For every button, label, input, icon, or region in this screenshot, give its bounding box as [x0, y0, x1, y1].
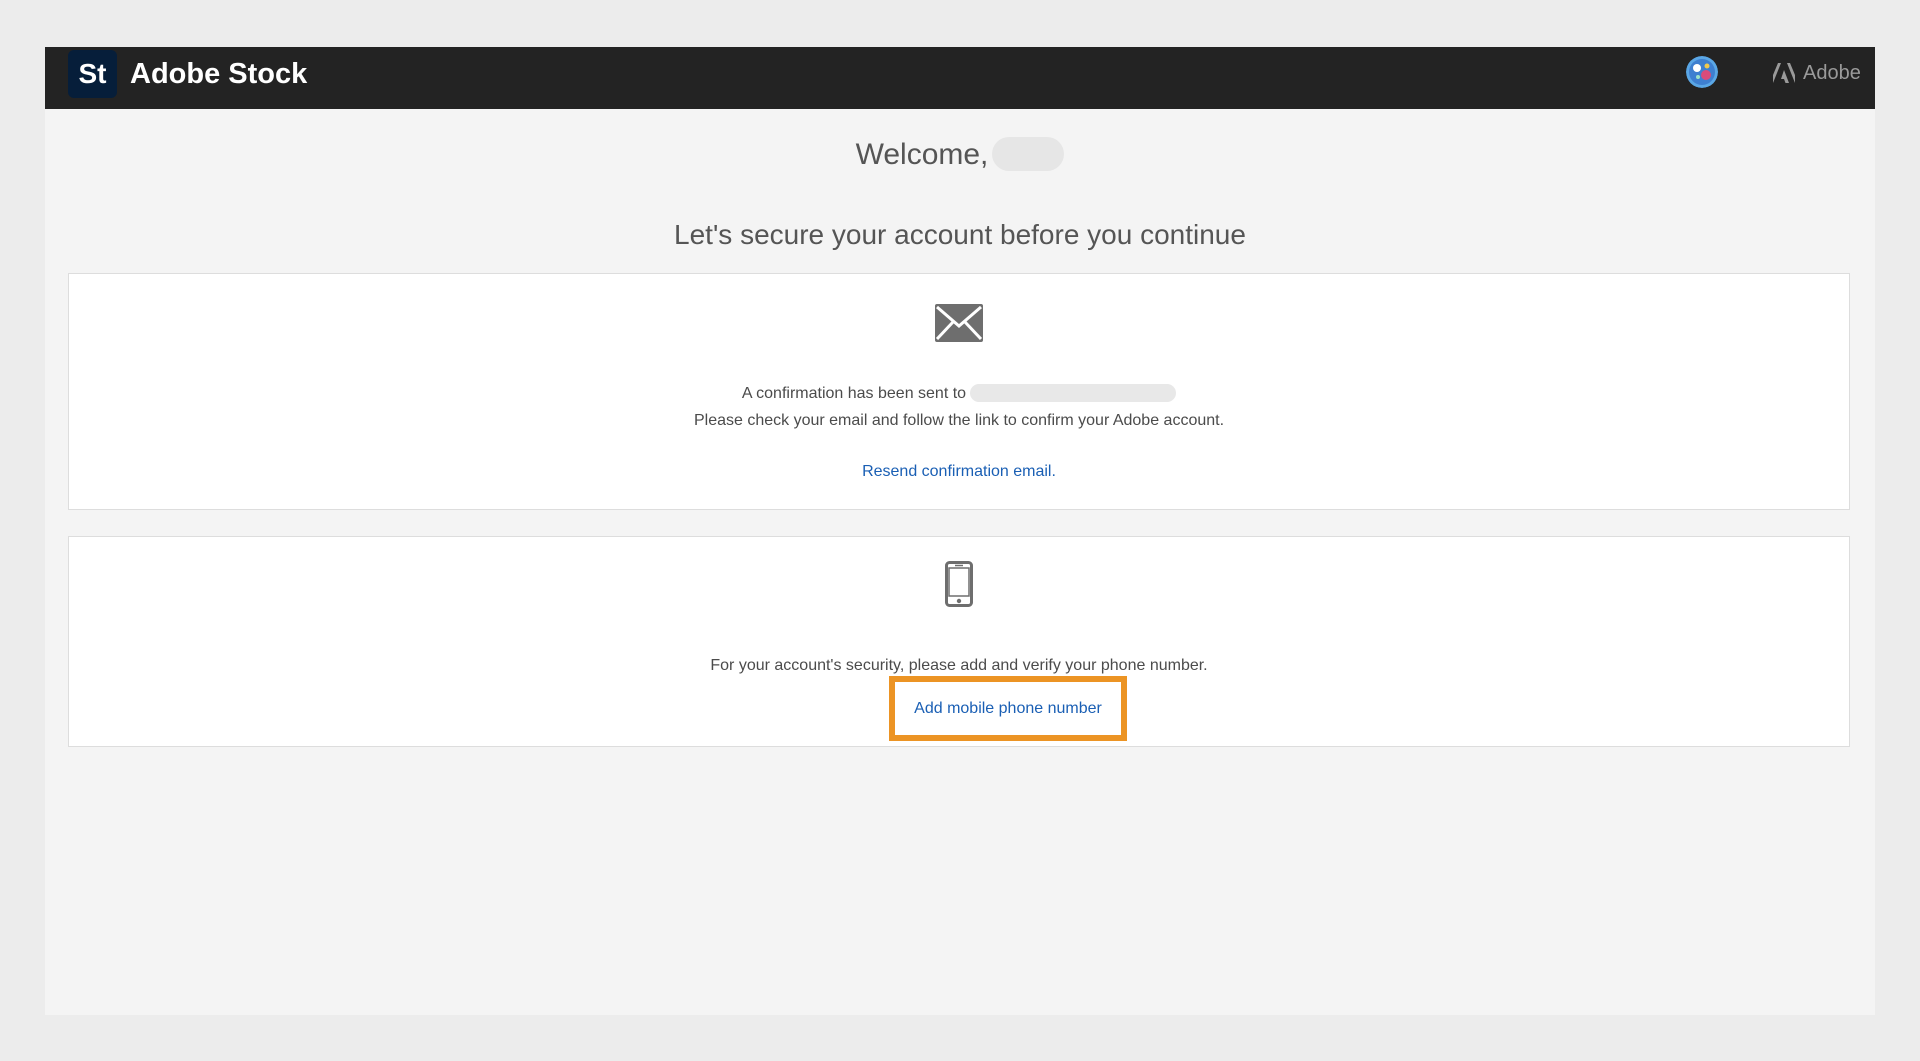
avatar-image-icon	[1686, 56, 1718, 88]
email-instruction-text: Please check your email and follow the l…	[693, 412, 1225, 429]
page-subtitle: Let's secure your account before you con…	[674, 219, 1246, 250]
adobe-logo[interactable]: Adobe	[1773, 59, 1861, 87]
page-frame: St Adobe Stock Adobe Welcome, Let's secu…	[45, 47, 1875, 1015]
add-mobile-phone-link[interactable]: Add mobile phone number	[914, 700, 1102, 718]
confirmation-sent-text: A confirmation has been sent to	[69, 382, 1849, 406]
welcome-greeting: Welcome,	[855, 138, 989, 171]
redacted-username	[992, 137, 1065, 172]
resend-confirmation-link[interactable]: Resend confirmation email.	[862, 463, 1056, 480]
user-avatar[interactable]	[1686, 56, 1718, 88]
adobe-a-icon	[1773, 63, 1795, 83]
envelope-icon	[935, 304, 983, 347]
top-navigation-bar: St Adobe Stock Adobe	[45, 47, 1875, 109]
add-phone-highlight-box: Add mobile phone number	[889, 676, 1127, 741]
redacted-email-address	[970, 383, 1177, 402]
adobe-stock-logo[interactable]: St	[68, 50, 117, 98]
adobe-label: Adobe	[1803, 61, 1861, 84]
app-title[interactable]: Adobe Stock	[130, 47, 307, 101]
resend-line: Resend confirmation email.	[69, 460, 1849, 484]
phone-verification-card: For your account's security, please add …	[68, 536, 1850, 747]
confirmation-sent-label: A confirmation has been sent to	[741, 385, 967, 402]
phone-instruction-text: For your account's security, please add …	[710, 657, 1208, 674]
email-confirmation-card: A confirmation has been sent to Please c…	[68, 273, 1850, 510]
welcome-heading: Welcome,	[45, 135, 1875, 175]
smartphone-icon	[945, 561, 973, 612]
